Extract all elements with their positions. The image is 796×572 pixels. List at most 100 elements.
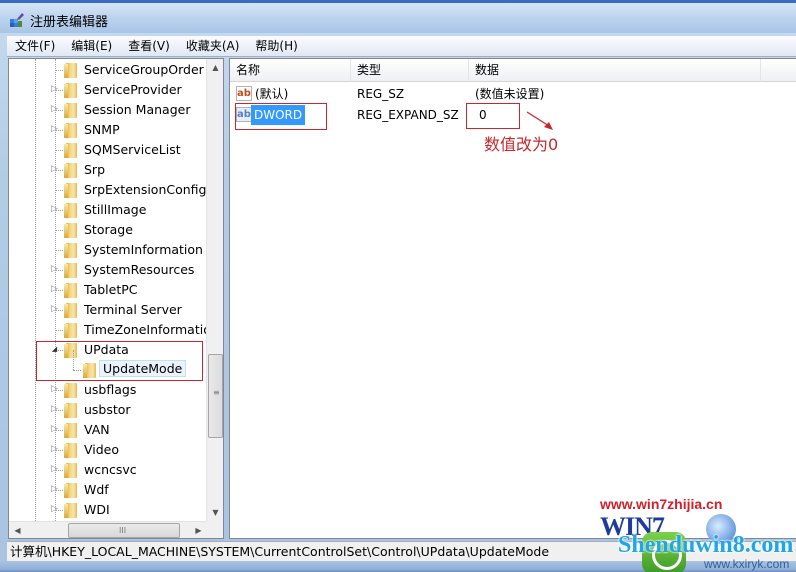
tree-vertical-scrollbar[interactable]: ▲ ≡ ▼: [206, 59, 223, 521]
expand-arrow-icon[interactable]: ▷: [50, 405, 59, 414]
expand-arrow-icon[interactable]: ▷: [50, 465, 59, 474]
tree-item[interactable]: Storage: [9, 220, 207, 240]
tree-connector: [55, 190, 63, 191]
expand-arrow-icon[interactable]: ▷: [50, 505, 59, 514]
tree-item[interactable]: ▷ Terminal Server: [9, 300, 207, 320]
menu-edit[interactable]: 编辑(E): [63, 36, 120, 57]
expand-arrow-icon[interactable]: ▷: [50, 305, 59, 314]
expand-arrow-icon[interactable]: ▷: [50, 385, 59, 394]
folder-icon: [63, 482, 79, 498]
folder-icon: [63, 322, 79, 338]
tree-item[interactable]: ▷ TabletPC: [9, 280, 207, 300]
tree-item[interactable]: ▷ Srp: [9, 160, 207, 180]
scroll-up-arrow-icon[interactable]: ▲: [207, 59, 223, 76]
expand-arrow-icon[interactable]: ▷: [50, 105, 59, 114]
watermark-url: www.win7zhijia.cn: [600, 496, 723, 512]
tree-item[interactable]: ▷ SNMP: [9, 120, 207, 140]
expand-arrow-icon[interactable]: ▷: [50, 445, 59, 454]
menu-file[interactable]: 文件(F): [7, 36, 63, 57]
menu-bar: 文件(F) 编辑(E) 查看(V) 收藏夹(A) 帮助(H): [7, 36, 796, 57]
tree-connector: [55, 230, 63, 231]
tree-connector: [55, 150, 63, 151]
watermark-small-url: www.kxiryk.com: [704, 557, 790, 571]
expand-arrow-icon[interactable]: ▷: [50, 165, 59, 174]
tree-item-label: ServiceProvider: [84, 82, 182, 97]
tree-item[interactable]: ▷ ServiceProvider: [9, 80, 207, 100]
value-row[interactable]: ab (默认) REG_SZ (数值未设置): [230, 84, 796, 104]
tree-item[interactable]: ▷ Wdf: [9, 480, 207, 500]
value-data: (数值未设置): [475, 87, 545, 101]
folder-icon: [63, 502, 79, 518]
annotation-text: 数值改为0: [484, 135, 559, 154]
tree-item[interactable]: ServiceGroupOrder: [9, 60, 207, 80]
folder-icon: [63, 262, 79, 278]
expand-arrow-icon[interactable]: ▷: [50, 285, 59, 294]
expand-arrow-icon[interactable]: ▷: [50, 205, 59, 214]
tree-item[interactable]: SQMServiceList: [9, 140, 207, 160]
folder-icon: [63, 282, 79, 298]
tree-item[interactable]: SystemInformation: [9, 240, 207, 260]
folder-icon: [63, 202, 79, 218]
scroll-left-arrow-icon[interactable]: ◀: [9, 522, 26, 538]
watermark: www.win7zhijia.cn WIN7 Shenduwin8.com ww…: [596, 496, 796, 572]
tree-item[interactable]: ▷ SystemResources: [9, 260, 207, 280]
window-title: 注册表编辑器: [30, 15, 109, 30]
scroll-grip-icon: ≡: [213, 388, 220, 397]
tree-item-label: SrpExtensionConfig: [84, 182, 207, 197]
menu-help[interactable]: 帮助(H): [247, 36, 305, 57]
folder-icon: [63, 402, 79, 418]
tree-item-label: SQMServiceList: [84, 142, 181, 157]
string-value-icon: ab: [236, 86, 252, 101]
tree-item[interactable]: ▷ wcncsvc: [9, 460, 207, 480]
tree-horizontal-scrollbar[interactable]: ◀ III ▶: [9, 521, 207, 538]
column-header-data[interactable]: 数据: [469, 59, 761, 82]
tree-connector: [55, 250, 63, 251]
column-header-type[interactable]: 类型: [351, 59, 469, 82]
tree-item[interactable]: ▷ StillImage: [9, 200, 207, 220]
tree-item[interactable]: ▷ usbstor: [9, 400, 207, 420]
expand-arrow-icon[interactable]: ▷: [50, 485, 59, 494]
tree-item-label: wcncsvc: [84, 462, 137, 477]
menu-view[interactable]: 查看(V): [120, 36, 178, 57]
tree-item-label: Video: [84, 442, 120, 457]
tree-item-label: ServiceGroupOrder: [84, 62, 204, 77]
scroll-grip-icon: III: [119, 526, 127, 535]
folder-icon: [63, 442, 79, 458]
tree-item-label: usbstor: [84, 402, 131, 417]
tree-item-label: TabletPC: [84, 282, 138, 297]
horizontal-scroll-thumb[interactable]: III: [68, 523, 180, 538]
folder-icon: [63, 382, 79, 398]
expand-arrow-icon[interactable]: ▷: [50, 265, 59, 274]
tree-item[interactable]: ▷ Session Manager: [9, 100, 207, 120]
title-bar: 注册表编辑器: [0, 3, 796, 33]
highlight-box-name: [235, 103, 327, 130]
tree-item[interactable]: ▷ WDI: [9, 500, 207, 520]
tree-item-label: StillImage: [84, 202, 147, 217]
tree-item-label: Srp: [84, 162, 106, 177]
scroll-right-arrow-icon[interactable]: ▶: [190, 522, 207, 538]
folder-icon: [63, 82, 79, 98]
vertical-scroll-thumb[interactable]: ≡: [208, 354, 223, 438]
expand-arrow-icon[interactable]: ▷: [50, 125, 59, 134]
tree-item-label: Storage: [84, 222, 133, 237]
tree-item[interactable]: ▷ Video: [9, 440, 207, 460]
tree-item-label: Wdf: [84, 482, 109, 497]
folder-icon: [63, 162, 79, 178]
tree-item[interactable]: SrpExtensionConfig: [9, 180, 207, 200]
folder-icon: [63, 242, 79, 258]
registry-key-tree[interactable]: ServiceGroupOrder ▷ ServiceProvider ▷ Sessio…: [8, 58, 224, 539]
tree-item[interactable]: ▷ VAN: [9, 420, 207, 440]
folder-icon: [63, 302, 79, 318]
column-header-name[interactable]: 名称: [230, 59, 351, 82]
value-name: (默认): [255, 87, 289, 101]
scroll-down-arrow-icon[interactable]: ▼: [207, 504, 223, 521]
tree-item[interactable]: ▷ usbflags: [9, 380, 207, 400]
expand-arrow-icon[interactable]: ▷: [50, 425, 59, 434]
tree-item[interactable]: TimeZoneInformation: [9, 320, 207, 340]
menu-favorites[interactable]: 收藏夹(A): [178, 36, 248, 57]
list-header: 名称 类型 数据: [230, 59, 796, 82]
value-type: REG_SZ: [357, 87, 405, 101]
expand-arrow-icon[interactable]: ▷: [50, 85, 59, 94]
folder-icon: [63, 102, 79, 118]
tree-item-label: SystemResources: [84, 262, 195, 277]
